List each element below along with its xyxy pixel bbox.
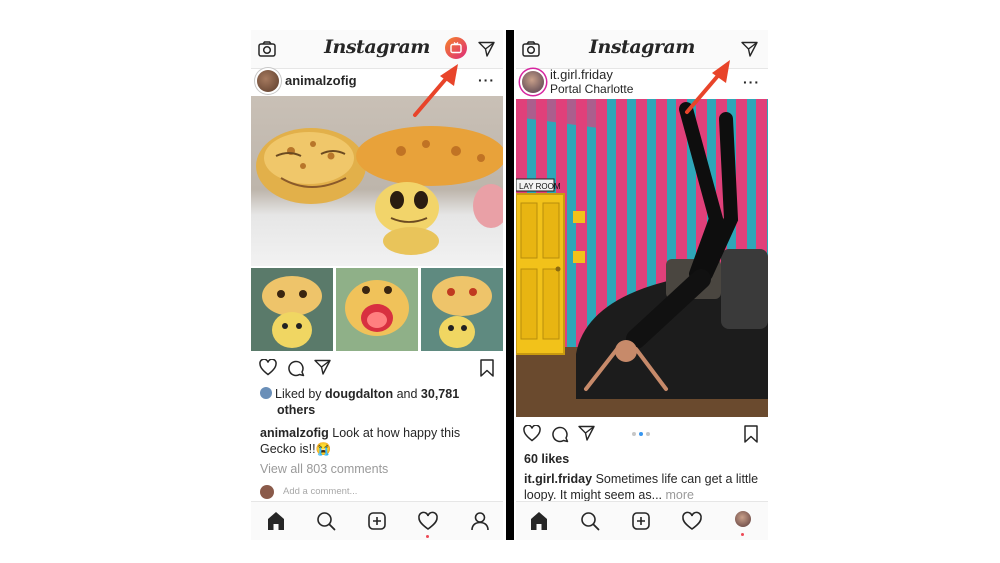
- liked-count[interactable]: 30,781: [421, 387, 459, 401]
- liked-others[interactable]: others: [277, 403, 315, 417]
- more-icon[interactable]: ···: [478, 72, 495, 88]
- post-photo[interactable]: [251, 96, 503, 266]
- bookmark-icon[interactable]: [744, 425, 758, 443]
- liked-and: and: [396, 387, 418, 401]
- share-icon[interactable]: [578, 425, 595, 441]
- carousel-dot-active: [639, 432, 643, 436]
- notification-dot: [741, 533, 744, 536]
- caption-more-link[interactable]: more: [666, 488, 694, 502]
- comment-icon[interactable]: [287, 359, 305, 377]
- post-location[interactable]: Portal Charlotte: [550, 82, 633, 96]
- post-actions: [251, 356, 503, 386]
- direct-icon[interactable]: [741, 41, 758, 57]
- liked-user[interactable]: dougdalton: [325, 387, 393, 401]
- caption: animalzofig Look at how happy this Gecko…: [260, 425, 492, 457]
- activity-icon[interactable]: [417, 510, 439, 532]
- app-logo: Instagram: [589, 36, 695, 58]
- avatar[interactable]: [522, 71, 544, 93]
- likes-line: Liked by dougdalton and 30,781 others: [260, 386, 500, 418]
- caption-username[interactable]: it.girl.friday: [524, 472, 592, 486]
- post-thumbnail[interactable]: [251, 268, 333, 351]
- activity-icon[interactable]: [681, 510, 703, 532]
- home-icon[interactable]: [528, 510, 550, 532]
- home-icon[interactable]: [265, 510, 287, 532]
- post-photo[interactable]: LAY ROOM: [516, 99, 768, 417]
- share-icon[interactable]: [314, 359, 331, 375]
- avatar: [260, 485, 274, 499]
- sign-text: LAY ROOM: [519, 182, 561, 191]
- bookmark-icon[interactable]: [480, 359, 494, 377]
- heart-icon[interactable]: [523, 425, 541, 442]
- carousel-dot: [646, 432, 650, 436]
- post-thumbnail[interactable]: [421, 268, 503, 351]
- room-illustration: LAY ROOM: [516, 99, 768, 417]
- caption-username[interactable]: animalzofig: [260, 426, 329, 440]
- caption: it.girl.friday Sometimes life can get a …: [524, 471, 764, 503]
- caption-emoji: 😭: [315, 442, 332, 456]
- add-icon[interactable]: [630, 510, 652, 532]
- bottom-tab-bar: [516, 501, 768, 540]
- liker-avatar[interactable]: [260, 387, 272, 399]
- more-icon[interactable]: ···: [743, 74, 760, 90]
- bottom-tab-bar: [251, 501, 503, 540]
- carousel-indicator: [632, 432, 656, 436]
- likes-count[interactable]: 60 likes: [524, 451, 569, 467]
- gecko-illustration: [256, 126, 503, 255]
- view-comments-link[interactable]: View all 803 comments: [260, 461, 388, 477]
- screen-divider: [506, 30, 514, 540]
- profile-icon[interactable]: [469, 510, 491, 532]
- direct-icon[interactable]: [478, 41, 495, 57]
- post-actions: [516, 422, 768, 452]
- comment-icon[interactable]: [551, 425, 569, 443]
- comment-input[interactable]: Add a comment...: [283, 486, 357, 497]
- add-icon[interactable]: [366, 510, 388, 532]
- liked-by-label: Liked by: [275, 387, 322, 401]
- profile-avatar[interactable]: [735, 511, 751, 527]
- notification-dot: [426, 535, 429, 538]
- heart-icon[interactable]: [259, 359, 277, 376]
- post-username[interactable]: it.girl.friday: [550, 67, 613, 82]
- avatar[interactable]: [257, 70, 279, 92]
- annotation-arrow: [413, 64, 458, 117]
- post-username[interactable]: animalzofig: [285, 73, 357, 88]
- add-comment-row: Add a comment...: [260, 484, 490, 500]
- annotation-arrow: [685, 60, 730, 114]
- carousel-dot: [632, 432, 636, 436]
- igtv-icon[interactable]: [445, 37, 467, 59]
- post-thumbnail[interactable]: [336, 268, 418, 351]
- search-icon[interactable]: [579, 510, 601, 532]
- search-icon[interactable]: [315, 510, 337, 532]
